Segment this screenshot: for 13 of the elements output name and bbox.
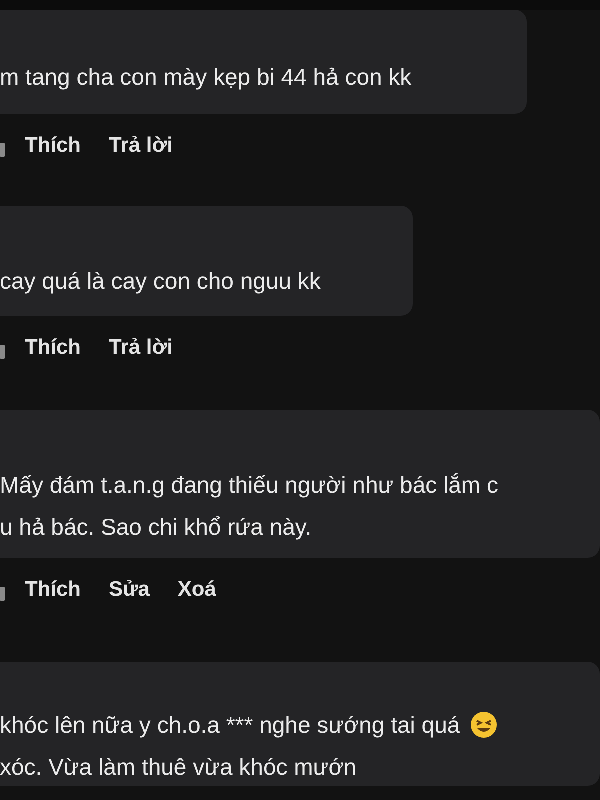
comment-action-link[interactable]: Trả lời <box>109 130 173 162</box>
comment-text: Mấy đám t.a.n.g đang thiếu người như bác lắm c <box>0 471 498 500</box>
comment-text: cay quá là cay con cho nguu kk <box>0 267 321 296</box>
comment-text: khóc lên nữa y ch.o.a *** nghe sướng tai quá <box>0 711 460 740</box>
comment-text: xóc. Vừa làm thuê vừa khóc mướn <box>0 753 357 782</box>
comment-text: m tang cha con mày kẹp bi 44 hả con kk <box>0 63 412 92</box>
comment-action-link[interactable]: Thích <box>25 130 81 162</box>
comment-action-link[interactable]: Xoá <box>178 574 216 606</box>
comment-action-link[interactable]: Trả lời <box>109 332 173 364</box>
comment-action-link[interactable]: Sửa <box>109 574 150 606</box>
comment-action-link[interactable]: Thích <box>25 332 81 364</box>
comment-text: u hả bác. Sao chi khổ rứa này. <box>0 513 312 542</box>
comment-action-link[interactable]: Thích <box>25 574 81 606</box>
